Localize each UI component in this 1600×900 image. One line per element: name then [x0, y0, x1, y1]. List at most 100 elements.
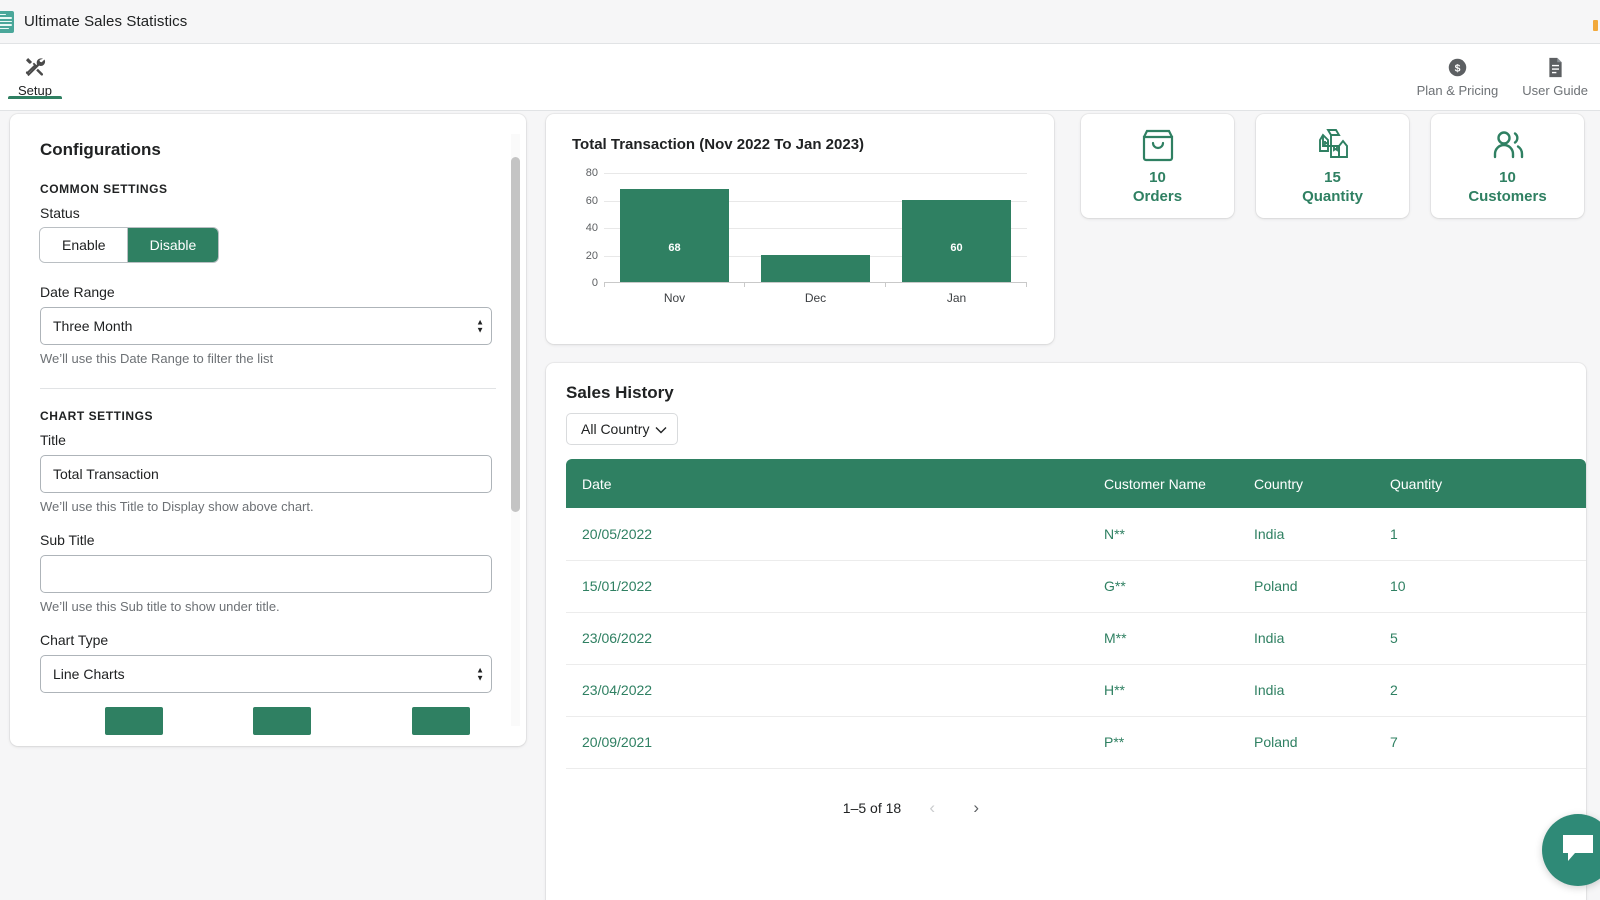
stat-label-customers: Customers [1468, 188, 1547, 205]
stat-cards: 10 Orders 15 Quantity 10 Customers [1081, 114, 1584, 218]
cell-quantity: 1 [1390, 508, 1586, 561]
bar-slot: 20 [745, 173, 886, 287]
app-root: Ultimate Sales Statistics Setup $ Plan &… [0, 0, 1600, 900]
y-tick-20: 20 [585, 249, 598, 262]
common-settings-label: COMMON SETTINGS [40, 182, 168, 196]
x-tick [1026, 282, 1027, 287]
table-row[interactable]: 20/05/2022 N** India 1 [566, 508, 1586, 561]
main-content: Configurations COMMON SETTINGS Status En… [0, 111, 1600, 900]
nav-right-group: $ Plan & Pricing User Guide [1405, 44, 1600, 98]
date-range-select[interactable]: Three Month [40, 307, 492, 345]
column-header-date[interactable]: Date [566, 459, 1104, 508]
table-row[interactable]: 23/04/2022 H** India 2 [566, 664, 1586, 717]
y-tick-60: 60 [585, 194, 598, 207]
x-label-dec: Dec [804, 291, 827, 305]
column-header-customer[interactable]: Customer Name [1104, 459, 1254, 508]
cell-country: India [1254, 664, 1390, 717]
cell-date: 20/09/2021 [566, 716, 1104, 769]
bar-dec[interactable]: 20 [761, 242, 870, 282]
scrollbar-thumb[interactable] [511, 157, 520, 512]
country-filter-dropdown[interactable]: All Country [566, 413, 679, 445]
table-header-row: Date Customer Name Country Quantity [566, 459, 1586, 508]
title-bar: Ultimate Sales Statistics [0, 0, 1600, 44]
chat-bubble-icon [1561, 833, 1595, 868]
icon-text-color-picker[interactable]: Icon text Color [396, 707, 486, 746]
tools-icon [24, 54, 46, 80]
chart-grid: 68 20 60 [604, 173, 1027, 287]
chart-bars: 68 20 60 [604, 173, 1027, 287]
cell-country: Poland [1254, 560, 1390, 613]
shopping-bag-icon [1140, 127, 1176, 163]
stat-card-orders: 10 Orders [1081, 114, 1234, 218]
pagination-prev-button[interactable]: ‹ [919, 795, 945, 821]
customers-icon [1489, 127, 1527, 163]
tab-setup-label: Setup [18, 83, 52, 98]
icon-text-color-swatch[interactable] [412, 707, 471, 735]
bar-slot: 68 [604, 173, 745, 287]
chart-settings-label: CHART SETTINGS [40, 409, 154, 423]
table-row[interactable]: 23/06/2022 M** India 5 [566, 612, 1586, 665]
nav-user-guide[interactable]: User Guide [1510, 44, 1600, 98]
configurations-title: Configurations [40, 140, 161, 159]
bar-value-dec: 20 [809, 242, 822, 254]
x-tick [744, 282, 745, 287]
country-filter-label: All Country [581, 421, 650, 437]
nav-left-group: Setup [0, 44, 64, 99]
y-tick-80: 80 [585, 167, 598, 179]
cell-date: 15/01/2022 [566, 560, 1104, 613]
chart-subtitle-help: We’ll use this Sub title to show under t… [40, 599, 280, 614]
bar-jan[interactable]: 60 [902, 200, 1011, 282]
configurations-body: Configurations COMMON SETTINGS Status En… [10, 114, 526, 746]
sales-history-panel: Sales History All Country Date Customer … [546, 363, 1586, 900]
chart-title: Total Transaction (Nov 2022 To Jan 2023) [572, 136, 865, 153]
chart-subtitle-input[interactable] [40, 555, 492, 593]
chart-x-axis-line [604, 282, 1027, 283]
status-label: Status [40, 205, 80, 221]
table-row[interactable]: 20/09/2021 P** Poland 7 [566, 716, 1586, 769]
table-row[interactable]: 15/01/2022 G** Poland 10 [566, 560, 1586, 613]
status-disable-button[interactable]: Disable [127, 228, 219, 262]
chart-title-help: We’ll use this Title to Display show abo… [40, 499, 314, 514]
pagination-next-button[interactable]: › [963, 795, 989, 821]
bar-nov[interactable]: 68 [620, 189, 729, 282]
chart-color-picker[interactable]: Chart color [100, 707, 168, 746]
x-tick [604, 282, 605, 287]
chevron-down-icon [655, 421, 667, 437]
nav-plan-pricing[interactable]: $ Plan & Pricing [1405, 44, 1511, 98]
x-label-nov: Nov [663, 291, 686, 305]
cell-quantity: 10 [1390, 560, 1586, 613]
y-tick-0: 0 [591, 277, 598, 289]
configurations-scrollbar[interactable] [511, 134, 520, 726]
date-range-label: Date Range [40, 284, 115, 300]
stat-label-orders: Orders [1132, 188, 1183, 205]
cell-country: Poland [1254, 716, 1390, 769]
x-label-jan: Jan [946, 291, 967, 305]
stat-card-customers: 10 Customers [1431, 114, 1584, 218]
status-enable-button[interactable]: Enable [40, 228, 128, 262]
icon-color-swatch[interactable] [253, 707, 312, 735]
sales-history-table: Date Customer Name Country Quantity 20/0… [566, 459, 1586, 769]
svg-text:$: $ [1455, 62, 1461, 74]
chart-title-input[interactable] [40, 455, 492, 493]
chart-type-select[interactable]: Line Charts [40, 655, 492, 693]
cell-customer: N** [1104, 508, 1254, 561]
tab-setup[interactable]: Setup [6, 44, 64, 99]
color-swatch-row: Chart color Icon Color Icon text Color [40, 707, 496, 746]
settings-divider [40, 388, 496, 389]
cell-date: 20/05/2022 [566, 508, 1104, 561]
stat-card-quantity: 15 Quantity [1256, 114, 1409, 218]
column-header-country[interactable]: Country [1254, 459, 1390, 508]
chart-x-labels: Nov Dec Jan [604, 291, 1027, 305]
cell-date: 23/06/2022 [566, 612, 1104, 665]
sales-history-title: Sales History [566, 383, 674, 402]
app-logo-icon [0, 10, 14, 33]
cell-quantity: 2 [1390, 664, 1586, 717]
chart-type-select-wrap: Line Charts ▲ ▼ [40, 655, 496, 693]
icon-color-picker[interactable]: Icon Color [250, 707, 314, 746]
cell-customer: G** [1104, 560, 1254, 613]
chart-color-swatch[interactable] [105, 707, 164, 735]
chart-y-axis: 80 60 40 20 0 [572, 167, 598, 289]
cell-country: India [1254, 612, 1390, 665]
column-header-quantity[interactable]: Quantity [1390, 459, 1586, 508]
date-range-help: We’ll use this Date Range to filter the … [40, 351, 274, 366]
